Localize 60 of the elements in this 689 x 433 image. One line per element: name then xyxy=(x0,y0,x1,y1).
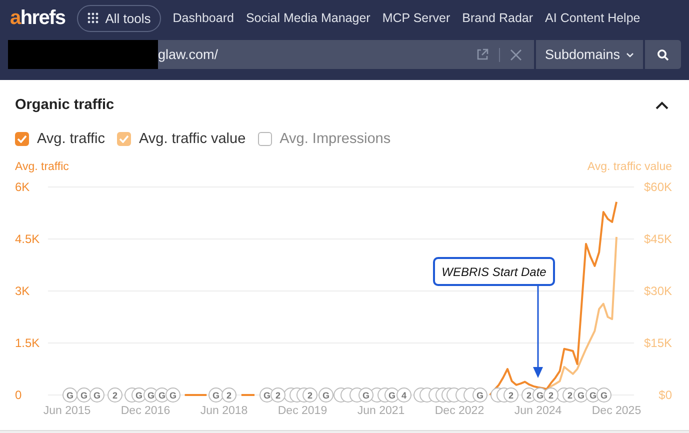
caret-icon xyxy=(626,52,634,58)
checkbox[interactable] xyxy=(258,132,272,146)
tick-label: Dec 2022 xyxy=(434,405,484,417)
tick-label: Dec 2025 xyxy=(592,405,642,417)
update-marker[interactable]: G xyxy=(596,388,612,402)
update-marker[interactable]: 2 xyxy=(108,388,122,402)
subdomains-dropdown[interactable]: Subdomains xyxy=(536,40,643,69)
tick-label: Dec 2019 xyxy=(278,405,328,417)
external-link-icon[interactable] xyxy=(476,48,489,61)
update-marker[interactable]: 2 xyxy=(302,388,318,402)
url-field[interactable]: glaw.com/ xyxy=(8,40,534,69)
tick-label: $45K xyxy=(644,232,672,246)
update-marker[interactable]: 2 xyxy=(544,388,558,402)
tick-label: $60K xyxy=(644,180,672,194)
update-marker[interactable]: 2 xyxy=(270,388,286,402)
legend-checkbox[interactable]: Avg. traffic xyxy=(15,131,105,147)
tick-label: Jun 2015 xyxy=(43,405,91,417)
tick-label: Dec 2016 xyxy=(120,405,170,417)
update-marker[interactable]: 2 xyxy=(222,388,236,402)
tick-label: 3K xyxy=(15,284,30,298)
update-marker[interactable]: G xyxy=(358,388,374,402)
update-marker[interactable]: 2 xyxy=(504,388,518,402)
check-icon xyxy=(17,135,27,143)
callout-label: WEBRIS Start Date xyxy=(442,265,546,279)
nav-link[interactable]: AI Content Helpe xyxy=(545,11,640,25)
update-marker[interactable]: G xyxy=(90,388,104,402)
nav-link[interactable]: Social Media Manager xyxy=(246,11,370,25)
search-button[interactable] xyxy=(645,40,681,69)
tick-label: 4.5K xyxy=(15,232,40,246)
grid-icon xyxy=(87,12,100,24)
update-marker[interactable]: G xyxy=(62,388,78,402)
close-icon[interactable] xyxy=(510,48,522,60)
all-tools-button[interactable]: All tools xyxy=(77,4,161,32)
nav-link[interactable]: MCP Server xyxy=(382,11,450,25)
tick-label: $15K xyxy=(644,336,672,350)
tick-label: 0 xyxy=(15,388,22,402)
update-marker[interactable]: G xyxy=(472,388,488,402)
nav-link[interactable]: Dashboard xyxy=(172,11,234,25)
tick-label: 6K xyxy=(15,180,30,194)
update-marker[interactable]: 4 xyxy=(396,388,412,402)
legend-checkbox[interactable]: Avg. traffic value xyxy=(116,131,246,147)
update-marker[interactable]: G xyxy=(166,388,180,402)
chevron-icon[interactable] xyxy=(655,100,669,110)
tick-label: Jun 2021 xyxy=(357,405,405,417)
checkbox[interactable] xyxy=(15,132,29,146)
update-marker[interactable]: G xyxy=(318,388,334,402)
axis-title: Avg. traffic value xyxy=(587,161,672,175)
panel-title: Organic traffic xyxy=(15,97,114,113)
axis-title: Avg. traffic xyxy=(15,161,69,175)
search-icon xyxy=(657,48,669,60)
checkbox[interactable] xyxy=(116,132,131,146)
tick-label: 1.5K xyxy=(15,336,40,350)
tick-label: $30K xyxy=(644,284,672,298)
nav-link[interactable]: Brand Radar xyxy=(462,11,534,25)
tick-label: $0 xyxy=(658,388,672,402)
legend-checkbox[interactable]: Avg. Impressions xyxy=(258,131,391,147)
check-icon xyxy=(118,135,129,143)
tick-label: Jun 2024 xyxy=(514,405,562,417)
logo[interactable]: ahrefs xyxy=(10,6,66,30)
tick-label: Jun 2018 xyxy=(200,405,248,417)
